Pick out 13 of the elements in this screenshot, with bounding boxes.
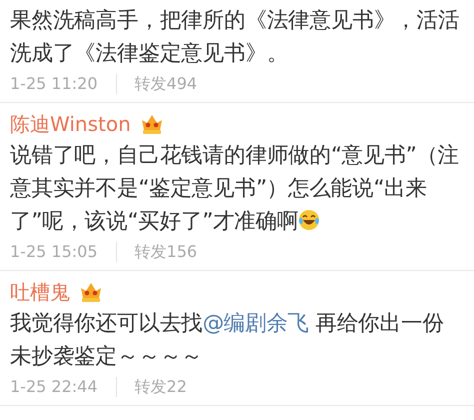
comment-time: 1-25 22:44 — [10, 377, 98, 397]
repost-count[interactable]: 转发494 — [134, 74, 198, 94]
comment-text: 说错了吧，自己花钱请的律师做的“意见书”（注意其实并不是“鉴定意见书”）怎么能说“出来了”呢，该说“买好了”才准确啊 — [10, 142, 460, 236]
comment-time: 1-25 11:20 — [10, 74, 98, 94]
author-name[interactable]: 吐槽鬼 — [10, 279, 70, 305]
repost-count[interactable]: 转发156 — [134, 242, 198, 262]
comment-text: 我觉得你还可以去找@编剧余飞 再给你出一份未抄袭鉴定～～～～ — [10, 310, 445, 371]
comment-text: 果然洗稿高手，把律所的《法律意见书》，活活洗成了《法律鉴定意见书》。 — [10, 7, 460, 68]
author-name[interactable]: 陈迪Winston — [10, 111, 131, 137]
comment-time: 1-25 15:05 — [10, 242, 98, 262]
mention-link[interactable]: @编剧余飞 — [202, 311, 310, 336]
laughing-emoji-icon — [298, 209, 320, 231]
repost-count[interactable]: 转发22 — [134, 377, 187, 397]
